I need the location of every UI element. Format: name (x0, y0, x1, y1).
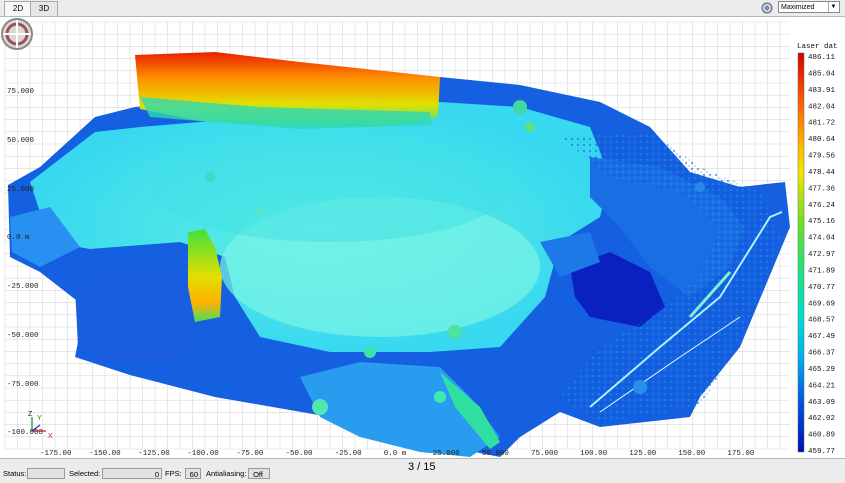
page-indicator: 3 / 15 (408, 461, 436, 473)
x-tick-label: 150.00 (678, 450, 706, 458)
colorbar-gradient (797, 52, 805, 453)
colorbar-label: 480.64 (808, 136, 836, 144)
x-tick-label: 0.0 m (384, 450, 407, 458)
x-tick-label: 75.000 (531, 450, 559, 458)
y-tick-label: 25.000 (7, 186, 35, 194)
x-tick-label: -100.00 (187, 450, 219, 458)
x-tick-label: -75.00 (236, 450, 264, 458)
status-value (27, 468, 65, 479)
view-mode-value: Maximized (781, 4, 815, 11)
tab-2d[interactable]: 2D (4, 1, 32, 16)
y-tick-label: 0.0 m (7, 234, 30, 242)
y-tick-label: -50.000 (7, 332, 39, 340)
x-axis-ticks: -175.00 -150.00 -125.00 -100.00 -75.00 -50.00… (40, 450, 755, 458)
view-toolbar: 2D 3D Maximized ▼ (0, 0, 845, 17)
tab-3d[interactable]: 3D (30, 1, 58, 16)
point-cloud-canvas[interactable]: -175.00 -150.00 -125.00 -100.00 -75.00 -50.00… (0, 17, 845, 458)
colorbar-label: 485.04 (808, 70, 836, 78)
antialias-value[interactable]: Off (248, 468, 270, 479)
antialias-label: Antialiasing: (206, 469, 247, 478)
colorbar-label: 459.77 (808, 448, 835, 456)
x-tick-label: -50.00 (286, 450, 314, 458)
colorbar-label: 479.56 (808, 153, 836, 161)
colorbar-label: 466.37 (808, 350, 835, 358)
colorbar-label: 468.57 (808, 317, 835, 325)
y-tick-label: -75.000 (7, 381, 39, 389)
view-mode-icon[interactable] (761, 2, 773, 14)
axis-z-label: Z (28, 411, 33, 418)
axis-y-label: Y (37, 415, 42, 422)
point-cloud-viewport[interactable]: -175.00 -150.00 -125.00 -100.00 -75.00 -50.00… (0, 17, 845, 458)
y-tick-label: -100.000 (7, 429, 44, 437)
colorbar-label: 464.21 (808, 382, 836, 390)
selected-label: Selected: (69, 469, 101, 478)
x-tick-label: -150.00 (89, 450, 121, 458)
colorbar-label: 465.29 (808, 366, 835, 374)
colorbar-label: 478.44 (808, 169, 836, 177)
colorbar-label: 469.69 (808, 300, 835, 308)
x-tick-label: 100.00 (580, 450, 608, 458)
colorbar-title: Laser dat (797, 43, 838, 51)
colorbar-label: 467.49 (808, 333, 835, 341)
x-tick-label: -175.00 (40, 450, 72, 458)
colorbar-label: 477.36 (808, 185, 836, 193)
colorbar-label: 460.89 (808, 432, 835, 440)
x-tick-label: 25.000 (433, 450, 461, 458)
y-tick-label: -25.000 (7, 283, 39, 291)
colorbar: Laser dat 486.11 485.04 483.91 482.04 481.72… (797, 43, 838, 456)
colorbar-label: 483.91 (808, 87, 836, 95)
x-tick-label: 50.000 (482, 450, 510, 458)
colorbar-label: 471.89 (808, 267, 835, 275)
fps-value: 60 (185, 468, 201, 479)
status-label: Status: (3, 469, 27, 478)
colorbar-label: 476.24 (808, 202, 836, 210)
status-bar: Status: Selected: 0 FPS: 60 Antialiasing… (0, 458, 845, 483)
chevron-down-icon[interactable]: ▼ (828, 2, 838, 12)
selected-value: 0 (102, 468, 162, 479)
axis-x-label: X (48, 433, 53, 440)
fps-label: FPS: (165, 469, 182, 478)
colorbar-label: 470.77 (808, 284, 835, 292)
point-cloud (8, 52, 790, 457)
view-mode-select[interactable]: Maximized ▼ (778, 1, 840, 13)
colorbar-label: 486.11 (808, 54, 836, 62)
colorbar-label: 462.02 (808, 415, 835, 423)
x-tick-label: -25.00 (335, 450, 363, 458)
y-tick-label: 50.000 (7, 137, 35, 145)
rotation-logo-icon[interactable] (0, 17, 34, 51)
colorbar-label: 463.09 (808, 399, 835, 407)
colorbar-label: 472.97 (808, 251, 835, 259)
x-tick-label: 175.00 (727, 450, 755, 458)
y-tick-label: 75.000 (7, 88, 35, 96)
colorbar-label: 474.04 (808, 235, 836, 243)
x-tick-label: -125.00 (138, 450, 170, 458)
colorbar-label: 481.72 (808, 120, 835, 128)
x-tick-label: 125.00 (629, 450, 657, 458)
colorbar-label: 482.04 (808, 103, 836, 111)
colorbar-label: 475.16 (808, 218, 836, 226)
